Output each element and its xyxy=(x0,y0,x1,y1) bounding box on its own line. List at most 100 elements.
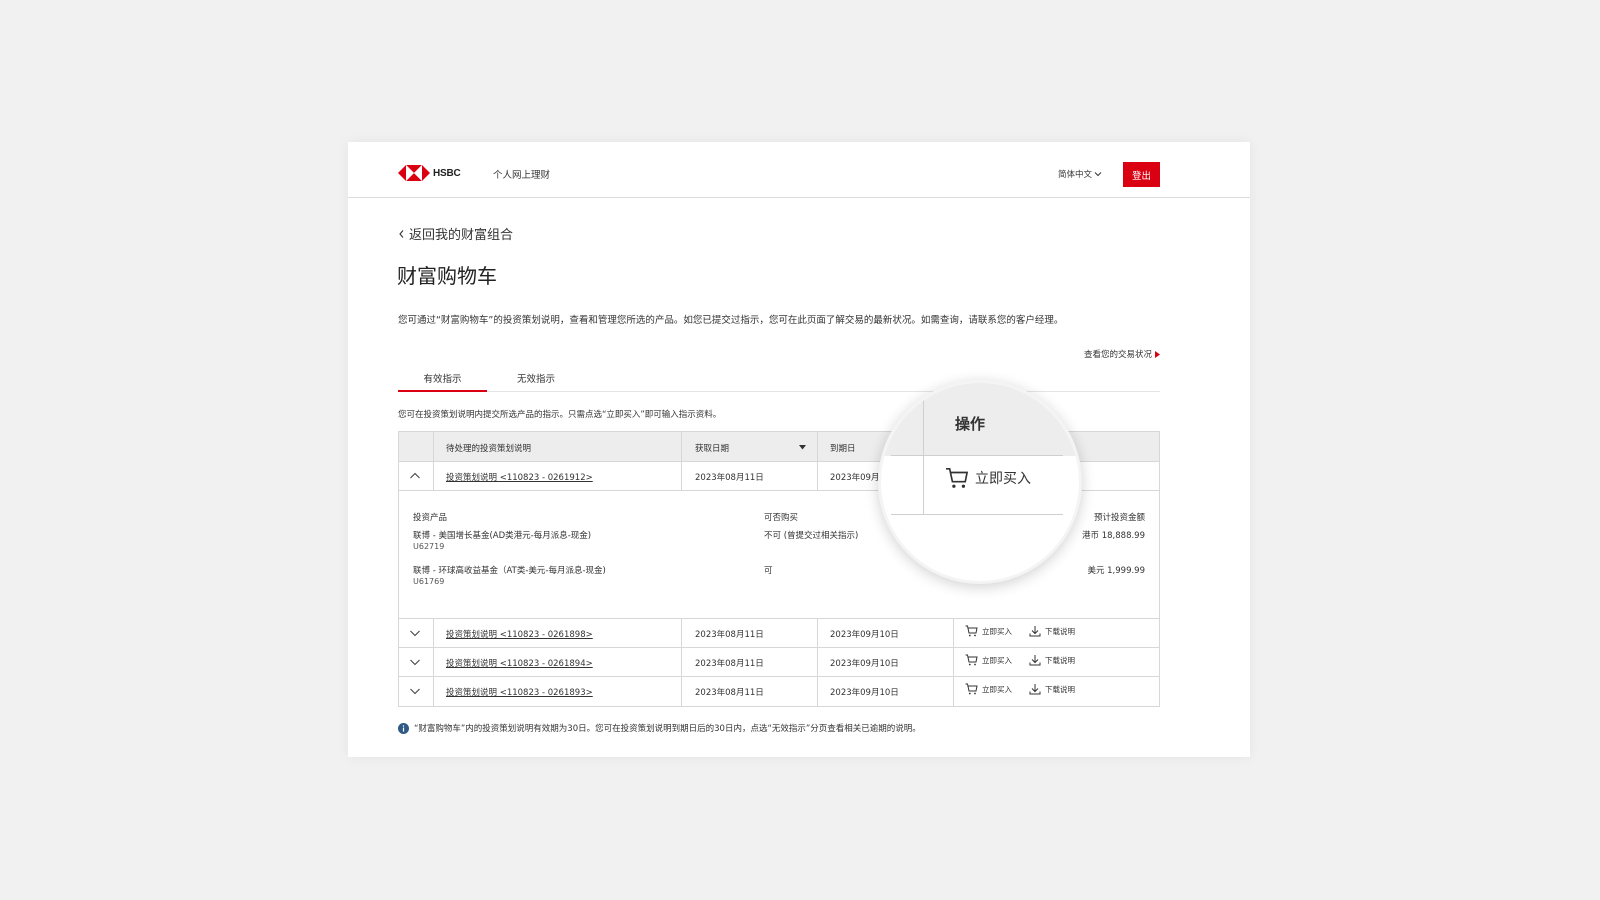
back-label: 返回我的财富组合 xyxy=(409,228,514,243)
acquired-date: 2023年08月11日 xyxy=(695,630,764,640)
expiry-date: 2023年09月10日 xyxy=(830,688,899,698)
column-divider xyxy=(681,677,682,706)
hsbc-logo-icon xyxy=(398,165,430,181)
product-amount: 美元 1,999.99 xyxy=(1087,566,1145,576)
chevron-down-icon xyxy=(1094,172,1102,177)
main-card: HSBC 个人网上理财 简体中文 登出 返回我的财富组合 财富购物车 您可通过“… xyxy=(348,142,1250,757)
chevron-down-icon[interactable] xyxy=(408,626,422,640)
product-code: U61769 xyxy=(413,577,445,586)
magnified-divider xyxy=(891,455,1063,456)
column-divider xyxy=(433,648,434,677)
magnified-divider xyxy=(891,514,1063,515)
chevron-left-icon xyxy=(399,229,404,238)
plan-link[interactable]: 投资策划说明 <110823 - 0261898> xyxy=(446,628,593,640)
magnified-buy-now-button[interactable]: 立即买入 xyxy=(945,467,1031,489)
page-title: 财富购物车 xyxy=(397,264,497,288)
buy-now-label: 立即买入 xyxy=(982,684,1012,694)
transaction-status-link[interactable]: 查看您的交易状况 xyxy=(1084,348,1160,360)
column-divider xyxy=(817,619,818,648)
expiry-date: 2023年09月 xyxy=(830,473,880,483)
cart-icon xyxy=(965,625,978,637)
product-code: U62719 xyxy=(413,542,445,551)
detail-header-eligibility: 可否购买 xyxy=(764,513,799,523)
column-divider xyxy=(433,619,434,648)
buy-now-button[interactable]: 立即买入 xyxy=(965,683,1012,695)
language-selector[interactable]: 简体中文 xyxy=(1058,168,1102,180)
magnified-column-divider xyxy=(923,383,924,514)
nav-personal-banking[interactable]: 个人网上理财 xyxy=(493,167,550,181)
product-eligibility: 不可 (曾提交过相关指示) xyxy=(764,531,859,541)
download-button[interactable]: 下载说明 xyxy=(1029,654,1075,666)
acquired-date: 2023年08月11日 xyxy=(695,473,764,483)
brand-name: HSBC xyxy=(433,167,461,179)
product-eligibility: 可 xyxy=(764,566,773,576)
magnifier-callout: 操作 立即买入 xyxy=(878,380,1082,584)
column-divider xyxy=(953,677,954,706)
chevron-down-icon[interactable] xyxy=(408,684,422,698)
expiry-date: 2023年09月10日 xyxy=(830,659,899,669)
column-divider xyxy=(433,432,434,462)
info-icon xyxy=(398,722,409,734)
column-divider xyxy=(817,648,818,677)
plan-link[interactable]: 投资策划说明 <110823 - 0261893> xyxy=(446,686,593,698)
column-divider xyxy=(681,432,682,462)
download-icon xyxy=(1029,626,1041,637)
detail-header-product: 投资产品 xyxy=(413,513,448,523)
sort-caret-icon[interactable] xyxy=(799,445,806,450)
buy-now-button[interactable]: 立即买入 xyxy=(965,654,1012,666)
download-label: 下载说明 xyxy=(1045,655,1075,665)
column-divider xyxy=(817,677,818,706)
column-header-plan: 待处理的投资策划说明 xyxy=(446,444,532,454)
column-header-acquired-date[interactable]: 获取日期 xyxy=(695,442,729,454)
product-amount: 港币 18,888.99 xyxy=(1082,531,1145,541)
column-divider xyxy=(433,462,434,491)
cart-icon xyxy=(965,654,978,666)
detail-header-amount: 预计投资金额 xyxy=(1093,513,1145,523)
buy-now-label: 立即买入 xyxy=(982,626,1012,636)
language-label: 简体中文 xyxy=(1058,170,1093,180)
top-header: HSBC 个人网上理财 简体中文 登出 xyxy=(348,142,1250,198)
chevron-down-icon[interactable] xyxy=(408,655,422,669)
chevron-up-icon[interactable] xyxy=(408,469,422,483)
product-name: 联博 - 美国增长基金(AD类港元-每月派息-现金) xyxy=(413,531,592,541)
buy-now-label: 立即买入 xyxy=(982,655,1012,665)
column-divider xyxy=(433,677,434,706)
acquired-date: 2023年08月11日 xyxy=(695,659,764,669)
back-link[interactable]: 返回我的财富组合 xyxy=(398,224,513,243)
download-button[interactable]: 下载说明 xyxy=(1029,625,1075,637)
download-label: 下载说明 xyxy=(1045,684,1075,694)
footnote: “财富购物车”内的投资策划说明有效期为30日。您可在投资策划说明到期日后的30日… xyxy=(398,722,921,734)
transaction-status-label: 查看您的交易状况 xyxy=(1083,350,1152,360)
plan-link[interactable]: 投资策划说明 <110823 - 0261894> xyxy=(446,657,593,669)
download-icon xyxy=(1029,655,1041,666)
table-row: 投资策划说明 <110823 - 0261894> 2023年08月11日 20… xyxy=(399,648,1159,677)
download-button[interactable]: 下载说明 xyxy=(1029,683,1075,695)
column-divider xyxy=(681,648,682,677)
tab-note: 您可在投资策划说明内提交所选产品的指示。只需点选“立即买入”即可输入指示资料。 xyxy=(398,410,722,420)
cart-icon xyxy=(965,683,978,695)
logout-button[interactable]: 登出 xyxy=(1123,162,1160,187)
arrow-right-icon xyxy=(1155,350,1160,358)
buy-now-button[interactable]: 立即买入 xyxy=(965,625,1012,637)
table-row: 投资策划说明 <110823 - 0261898> 2023年08月11日 20… xyxy=(399,619,1159,648)
column-divider xyxy=(953,619,954,648)
footnote-text: “财富购物车”内的投资策划说明有效期为30日。您可在投资策划说明到期日后的30日… xyxy=(414,724,921,734)
hsbc-logo[interactable]: HSBC xyxy=(398,164,461,182)
column-divider xyxy=(817,462,818,491)
tab-valid-instructions[interactable]: 有效指示 xyxy=(398,371,487,392)
column-header-expiry-date: 到期日 xyxy=(830,444,856,454)
magnified-column-header: 操作 xyxy=(955,415,986,433)
download-icon xyxy=(1029,684,1041,695)
column-divider xyxy=(953,648,954,677)
magnified-buy-now-label: 立即买入 xyxy=(975,471,1031,487)
column-divider xyxy=(817,432,818,462)
acquired-date: 2023年08月11日 xyxy=(695,688,764,698)
download-label: 下载说明 xyxy=(1045,626,1075,636)
table-row: 投资策划说明 <110823 - 0261893> 2023年08月11日 20… xyxy=(399,677,1159,706)
column-divider xyxy=(681,619,682,648)
expiry-date: 2023年09月10日 xyxy=(830,630,899,640)
tab-invalid-instructions[interactable]: 无效指示 xyxy=(501,371,571,385)
plan-link[interactable]: 投资策划说明 <110823 - 0261912> xyxy=(446,471,593,483)
product-name: 联博 - 环球高收益基金（AT类-美元-每月派息-现金) xyxy=(413,566,606,576)
column-divider xyxy=(681,462,682,491)
